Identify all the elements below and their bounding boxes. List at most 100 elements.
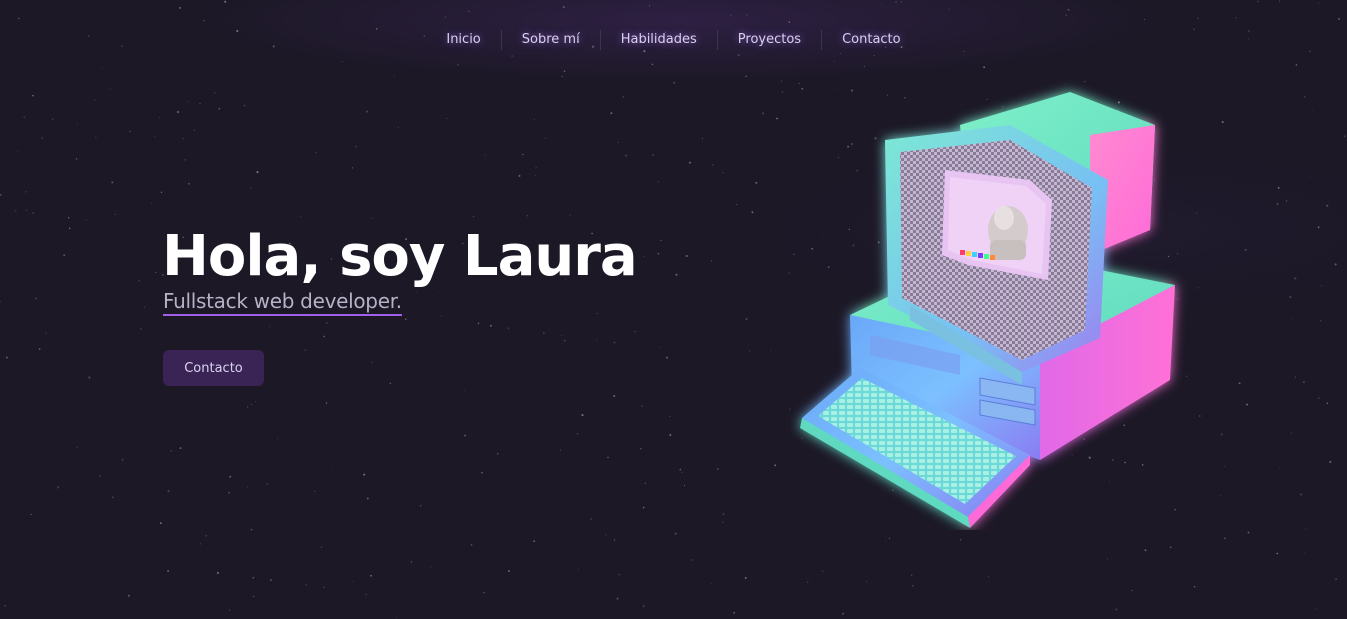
star (370, 574, 372, 577)
star (167, 489, 170, 493)
star (1329, 460, 1332, 463)
nav-item-contacto[interactable]: Contacto (822, 28, 921, 52)
star (85, 219, 87, 221)
star (187, 100, 189, 102)
star (57, 486, 60, 489)
star (1285, 200, 1288, 202)
star (151, 202, 153, 204)
star (618, 573, 621, 576)
star (341, 60, 343, 62)
star (1197, 17, 1199, 19)
star (911, 574, 913, 576)
star (1203, 351, 1205, 353)
nav-item-proyectos[interactable]: Proyectos (718, 28, 821, 52)
star (1291, 317, 1293, 319)
star (660, 239, 662, 242)
star (561, 75, 563, 78)
star (268, 325, 271, 328)
star (744, 576, 747, 579)
star (1276, 552, 1279, 555)
star (730, 14, 732, 16)
star (569, 214, 571, 216)
star (948, 8, 950, 10)
star (129, 130, 132, 133)
star (560, 334, 563, 336)
contact-button[interactable]: Contacto (163, 350, 264, 386)
star (681, 471, 683, 473)
star (497, 453, 499, 455)
star (1309, 176, 1311, 178)
star (389, 382, 392, 385)
star (1315, 608, 1317, 610)
nav-item-sobre-mi[interactable]: Sobre mí (502, 28, 600, 52)
star (641, 405, 643, 407)
star (184, 159, 187, 161)
star (749, 350, 750, 352)
star (745, 318, 748, 321)
star (253, 595, 255, 597)
star (673, 81, 676, 84)
star (1278, 0, 1281, 2)
star (473, 216, 475, 218)
star (657, 253, 660, 255)
star (507, 570, 510, 572)
star (1312, 109, 1314, 111)
star (1303, 552, 1305, 554)
star (960, 539, 962, 541)
star (139, 327, 143, 330)
star (1318, 2, 1320, 4)
star (722, 513, 725, 516)
star (51, 118, 54, 121)
star (669, 434, 672, 436)
star (366, 110, 369, 113)
star (895, 1, 897, 3)
star (688, 161, 691, 164)
nav-item-habilidades[interactable]: Habilidades (601, 28, 717, 52)
star (396, 617, 398, 619)
star (762, 112, 765, 115)
star (160, 191, 163, 193)
star (17, 151, 19, 153)
star (315, 151, 317, 154)
star (644, 482, 647, 485)
star (613, 394, 616, 397)
star (807, 581, 809, 583)
star (365, 593, 367, 596)
star (522, 153, 524, 156)
star (256, 171, 259, 174)
star (68, 217, 70, 219)
star (76, 123, 78, 125)
star (834, 61, 836, 63)
star (32, 94, 34, 97)
star (358, 591, 360, 593)
star (1224, 465, 1226, 467)
star (30, 513, 32, 516)
star (900, 1, 902, 3)
star (490, 324, 492, 327)
star (1334, 263, 1337, 266)
star (642, 605, 645, 608)
star (1326, 402, 1329, 405)
star (1244, 248, 1247, 251)
star (613, 341, 616, 344)
star (203, 20, 205, 22)
star (127, 594, 130, 597)
star (1246, 403, 1248, 406)
star (1067, 8, 1070, 11)
star (444, 16, 446, 18)
star (323, 335, 326, 338)
star (1247, 531, 1250, 534)
star (103, 544, 105, 546)
star (617, 141, 619, 143)
star (737, 54, 740, 56)
nav-item-inicio[interactable]: Inicio (426, 28, 500, 52)
star (712, 164, 714, 166)
star (1294, 376, 1297, 378)
star (277, 438, 279, 440)
star (0, 193, 2, 196)
star (710, 583, 712, 585)
star (733, 611, 736, 614)
star (468, 10, 470, 12)
star (159, 522, 162, 525)
star (23, 116, 25, 118)
